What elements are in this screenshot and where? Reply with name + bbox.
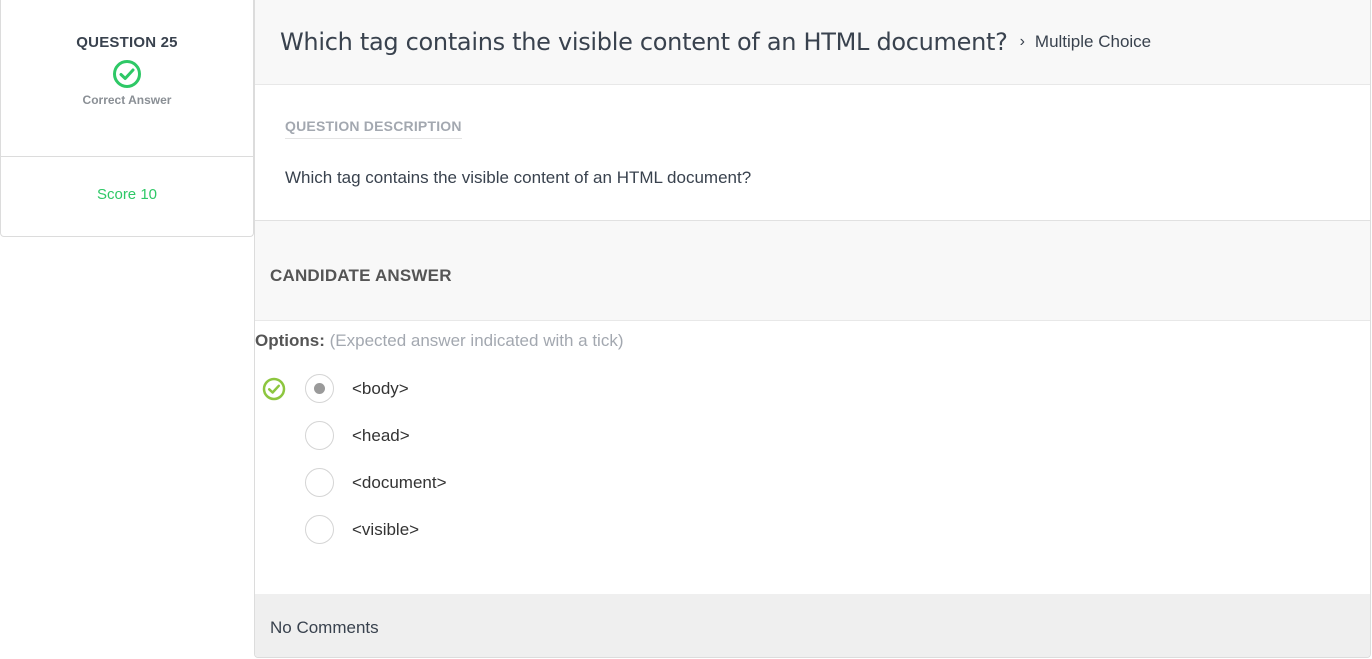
question-title: Which tag contains the visible content o… [280, 28, 1008, 56]
option-radio[interactable] [305, 515, 334, 544]
question-detail-panel: Which tag contains the visible content o… [254, 0, 1371, 658]
radio-dot [314, 383, 325, 394]
option-radio[interactable] [305, 468, 334, 497]
option-label: <head> [352, 425, 410, 445]
option-row: <visible> [255, 506, 1370, 553]
tick-placeholder [262, 518, 286, 542]
score-section: Score 10 [1, 157, 253, 203]
option-label: <document> [352, 472, 447, 492]
comments-text: No Comments [270, 618, 379, 637]
tick-placeholder [262, 424, 286, 448]
chevron-right-icon: › [1019, 33, 1025, 50]
question-description-section: QUESTION DESCRIPTION Which tag contains … [255, 85, 1370, 221]
option-label: <visible> [352, 519, 420, 539]
question-summary-card: QUESTION 25 Correct Answer Score 10 [0, 0, 254, 237]
options-caption: Options: (Expected answer indicated with… [255, 321, 1370, 365]
option-radio-selected[interactable] [305, 374, 334, 403]
option-row: <document> [255, 459, 1370, 506]
option-row: <body> [255, 365, 1370, 412]
option-row: <head> [255, 412, 1370, 459]
candidate-answer-title: CANDIDATE ANSWER [270, 266, 452, 285]
options-list: <body> <head> <document> <visible> [255, 365, 1370, 553]
options-hint: (Expected answer indicated with a tick) [329, 331, 624, 350]
question-type: Multiple Choice [1034, 32, 1152, 51]
check-circle-icon [113, 60, 141, 88]
option-label: <body> [352, 378, 409, 398]
score-value: Score 10 [96, 186, 158, 203]
status-text: Correct Answer [82, 93, 172, 107]
tick-placeholder [262, 471, 286, 495]
question-header: Which tag contains the visible content o… [255, 0, 1370, 85]
candidate-answer-header: CANDIDATE ANSWER [255, 221, 1370, 321]
expected-answer-tick-icon [262, 377, 286, 400]
options-label: Options: [255, 331, 325, 350]
option-radio[interactable] [305, 421, 334, 450]
comments-section: No Comments [255, 594, 1370, 657]
question-description-label: QUESTION DESCRIPTION [285, 118, 462, 139]
question-number: QUESTION 25 [76, 34, 178, 51]
question-status-section: QUESTION 25 Correct Answer [1, 0, 253, 157]
question-description-text: Which tag contains the visible content o… [285, 168, 752, 187]
